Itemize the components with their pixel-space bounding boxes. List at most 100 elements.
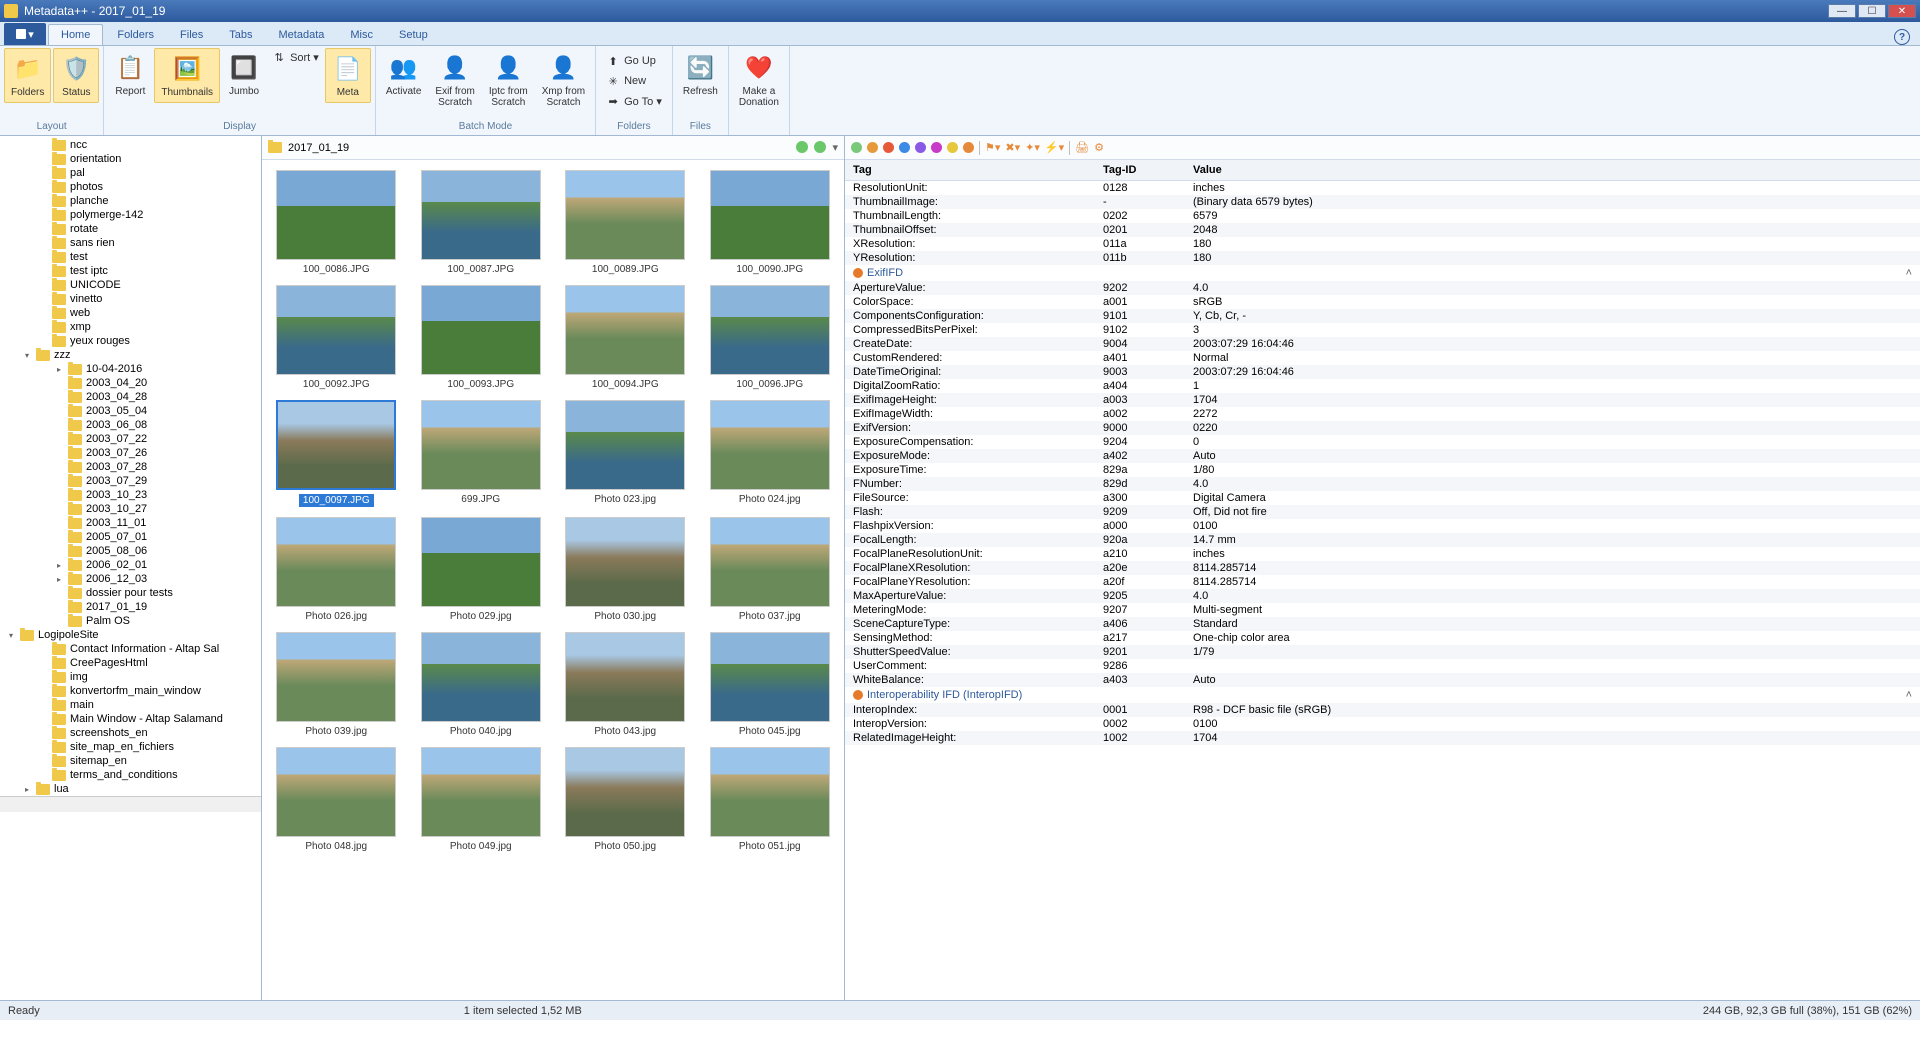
tree-item[interactable]: CreePagesHtml: [0, 656, 261, 670]
metadata-row[interactable]: SceneCaptureType:a406Standard: [845, 617, 1920, 631]
tree-item[interactable]: 2003_05_04: [0, 404, 261, 418]
color-filter-icon[interactable]: [931, 142, 942, 153]
metadata-row[interactable]: ExifImageHeight:a0031704: [845, 393, 1920, 407]
metadata-row[interactable]: InteropVersion:00020100: [845, 717, 1920, 731]
metadata-row[interactable]: ThumbnailOffset:02012048: [845, 223, 1920, 237]
metadata-row[interactable]: ShutterSpeedValue:92011/79: [845, 645, 1920, 659]
tree-item[interactable]: ▾zzz: [0, 348, 261, 362]
close-button[interactable]: ✕: [1888, 4, 1916, 18]
thumbnail-item[interactable]: 100_0096.JPG: [700, 285, 840, 390]
metadata-row[interactable]: FocalPlaneResolutionUnit:a210inches: [845, 547, 1920, 561]
tree-item[interactable]: planche: [0, 194, 261, 208]
thumbnail-item[interactable]: Photo 026.jpg: [266, 517, 406, 622]
tree-item[interactable]: yeux rouges: [0, 334, 261, 348]
tab-tabs[interactable]: Tabs: [217, 25, 264, 45]
tree-item[interactable]: ncc: [0, 138, 261, 152]
file-menu[interactable]: ▾: [4, 23, 46, 45]
tree-item[interactable]: Palm OS: [0, 614, 261, 628]
tree-item[interactable]: terms_and_conditions: [0, 768, 261, 782]
metadata-row[interactable]: SensingMethod:a217One-chip color area: [845, 631, 1920, 645]
metadata-row[interactable]: ThumbnailImage:-(Binary data 6579 bytes): [845, 195, 1920, 209]
tree-item[interactable]: 2005_07_01: [0, 530, 261, 544]
tree-item[interactable]: Main Window - Altap Salamand: [0, 712, 261, 726]
color-filter-icon[interactable]: [883, 142, 894, 153]
thumbnail-item[interactable]: Photo 048.jpg: [266, 747, 406, 852]
chevron-up-icon[interactable]: ˄: [1906, 689, 1912, 701]
meta-button[interactable]: 📄Meta: [325, 48, 371, 103]
folders-button[interactable]: 📁Folders: [4, 48, 51, 103]
toolbar-icon[interactable]: ⚡▾: [1045, 141, 1064, 154]
tab-metadata[interactable]: Metadata: [267, 25, 337, 45]
toolbar-icon[interactable]: ✦▾: [1025, 141, 1040, 154]
tree-item[interactable]: 2003_07_29: [0, 474, 261, 488]
tree-item[interactable]: UNICODE: [0, 278, 261, 292]
toolbar-icon[interactable]: ✖▾: [1005, 141, 1020, 154]
tree-item[interactable]: 2003_10_23: [0, 488, 261, 502]
nav-dropdown-icon[interactable]: ▾: [832, 141, 838, 154]
sort-button[interactable]: ⇅Sort ▾: [268, 48, 323, 66]
iptc-scratch-button[interactable]: 👤Iptc from Scratch: [483, 48, 534, 112]
thumbnail-item[interactable]: 100_0097.JPG: [266, 400, 406, 507]
help-icon[interactable]: ?: [1894, 29, 1910, 45]
new-button[interactable]: ✳New: [602, 72, 666, 90]
metadata-row[interactable]: FlashpixVersion:a0000100: [845, 519, 1920, 533]
metadata-body[interactable]: ResolutionUnit:0128inchesThumbnailImage:…: [845, 181, 1920, 1000]
tree-item[interactable]: 2003_07_26: [0, 446, 261, 460]
color-filter-icon[interactable]: [851, 142, 862, 153]
tree-item[interactable]: pal: [0, 166, 261, 180]
metadata-row[interactable]: ExifImageWidth:a0022272: [845, 407, 1920, 421]
metadata-row[interactable]: MeteringMode:9207Multi-segment: [845, 603, 1920, 617]
metadata-row[interactable]: ExposureCompensation:92040: [845, 435, 1920, 449]
tree-item[interactable]: test: [0, 250, 261, 264]
thumbnail-item[interactable]: Photo 030.jpg: [555, 517, 695, 622]
metadata-row[interactable]: UserComment:9286: [845, 659, 1920, 673]
metadata-row[interactable]: ExposureMode:a402Auto: [845, 449, 1920, 463]
thumbnail-item[interactable]: Photo 050.jpg: [555, 747, 695, 852]
tree-item[interactable]: ▸2006_02_01: [0, 558, 261, 572]
metadata-row[interactable]: MaxApertureValue:92054.0: [845, 589, 1920, 603]
thumbnail-item[interactable]: Photo 039.jpg: [266, 632, 406, 737]
metadata-row[interactable]: Flash:9209Off, Did not fire: [845, 505, 1920, 519]
chevron-icon[interactable]: ▾: [22, 351, 32, 360]
tree-item[interactable]: sans rien: [0, 236, 261, 250]
thumbnail-item[interactable]: Photo 040.jpg: [411, 632, 551, 737]
color-filter-icon[interactable]: [899, 142, 910, 153]
metadata-row[interactable]: CustomRendered:a401Normal: [845, 351, 1920, 365]
thumbnail-item[interactable]: 100_0090.JPG: [700, 170, 840, 275]
activate-button[interactable]: 👥Activate: [380, 48, 428, 101]
maximize-button[interactable]: ☐: [1858, 4, 1886, 18]
tree-item[interactable]: main: [0, 698, 261, 712]
toolbar-icon[interactable]: ⚑▾: [985, 141, 1000, 154]
tree-item[interactable]: screenshots_en: [0, 726, 261, 740]
metadata-row[interactable]: ThumbnailLength:02026579: [845, 209, 1920, 223]
tree-item[interactable]: 2003_07_22: [0, 432, 261, 446]
metadata-row[interactable]: DigitalZoomRatio:a4041: [845, 379, 1920, 393]
tree-item[interactable]: ▸10-04-2016: [0, 362, 261, 376]
thumbnail-item[interactable]: 100_0089.JPG: [555, 170, 695, 275]
exif-scratch-button[interactable]: 👤Exif from Scratch: [429, 48, 480, 112]
metadata-row[interactable]: FNumber:829d4.0: [845, 477, 1920, 491]
thumbnail-item[interactable]: Photo 043.jpg: [555, 632, 695, 737]
tab-files[interactable]: Files: [168, 25, 215, 45]
metadata-row[interactable]: FocalLength:920a14.7 mm: [845, 533, 1920, 547]
thumbnail-item[interactable]: Photo 037.jpg: [700, 517, 840, 622]
tree-item[interactable]: 2003_04_28: [0, 390, 261, 404]
tree-item[interactable]: ▾LogipoleSite: [0, 628, 261, 642]
tree-item[interactable]: img: [0, 670, 261, 684]
metadata-section[interactable]: Interoperability IFD (InteropIFD)˄: [845, 687, 1920, 703]
metadata-row[interactable]: YResolution:011b180: [845, 251, 1920, 265]
thumbnail-item[interactable]: 100_0086.JPG: [266, 170, 406, 275]
metadata-row[interactable]: DateTimeOriginal:90032003:07:29 16:04:46: [845, 365, 1920, 379]
tree-item[interactable]: photos: [0, 180, 261, 194]
metadata-row[interactable]: ResolutionUnit:0128inches: [845, 181, 1920, 195]
chevron-icon[interactable]: ▸: [54, 575, 64, 584]
tree-item[interactable]: 2017_01_19: [0, 600, 261, 614]
chevron-icon[interactable]: ▾: [6, 631, 16, 640]
tree-item[interactable]: 2003_04_20: [0, 376, 261, 390]
chevron-icon[interactable]: ▸: [54, 365, 64, 374]
goto-button[interactable]: ➡Go To ▾: [602, 92, 666, 110]
metadata-row[interactable]: CompressedBitsPerPixel:91023: [845, 323, 1920, 337]
tab-home[interactable]: Home: [48, 24, 103, 45]
metadata-row[interactable]: ApertureValue:92024.0: [845, 281, 1920, 295]
thumbnails-button[interactable]: 🖼️Thumbnails: [154, 48, 220, 103]
